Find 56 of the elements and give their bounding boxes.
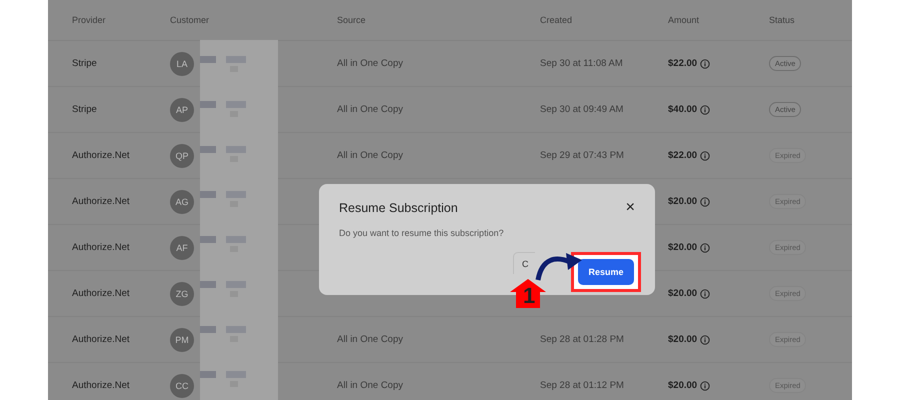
provider-cell-text: Authorize.Net bbox=[72, 242, 131, 253]
column-header: Amount bbox=[668, 15, 700, 25]
provider-cell-text: Stripe bbox=[72, 58, 98, 69]
info-icon bbox=[700, 58, 710, 68]
created-cell-text: Sep 30 at 09:49 AM bbox=[540, 104, 624, 115]
info-icon bbox=[700, 196, 710, 206]
source-cell-text: All in One Copy bbox=[337, 58, 404, 69]
info-icon bbox=[700, 150, 710, 160]
source-cell-text: All in One Copy bbox=[337, 150, 404, 161]
info-icon bbox=[700, 380, 710, 390]
amount-cell: $22.00 bbox=[668, 150, 698, 161]
info-icon bbox=[700, 242, 710, 252]
curved-arrow bbox=[534, 250, 584, 282]
cancel-button[interactable]: C bbox=[513, 252, 535, 274]
amount-cell: $40.00 bbox=[668, 104, 698, 115]
avatar: AP bbox=[170, 98, 194, 122]
info-icon bbox=[700, 288, 710, 298]
up-arrow-icon bbox=[510, 279, 546, 308]
created-cell-text: Sep 29 at 07:43 PM bbox=[540, 150, 625, 161]
source-cell-text: All in One Copy bbox=[337, 104, 404, 115]
amount-cell: $20.00 bbox=[668, 196, 698, 207]
created-cell-text: Sep 28 at 01:28 PM bbox=[540, 334, 625, 345]
amount-cell: $20.00 bbox=[668, 334, 698, 345]
source-cell-text: All in One Copy bbox=[337, 380, 404, 391]
avatar: AF bbox=[170, 236, 194, 260]
provider-cell-text: Authorize.Net bbox=[72, 288, 131, 299]
provider-cell-text: Authorize.Net bbox=[72, 334, 131, 345]
info-icon bbox=[700, 104, 710, 114]
amount-cell: $20.00 bbox=[668, 242, 698, 253]
column-header: Source bbox=[337, 15, 367, 25]
column-header: Status bbox=[769, 15, 796, 25]
column-header: Created bbox=[540, 15, 574, 25]
provider-cell-text: Authorize.Net bbox=[72, 150, 131, 161]
dialog-message: Do you want to resume this subscription? bbox=[339, 228, 505, 238]
avatar: CC bbox=[170, 374, 194, 398]
avatar: QP bbox=[170, 144, 194, 168]
amount-cell: $22.00 bbox=[668, 58, 698, 69]
avatar: PM bbox=[170, 328, 194, 352]
info-icon bbox=[700, 334, 710, 344]
close-button[interactable]: × bbox=[626, 200, 635, 216]
resume-button[interactable]: Resume bbox=[578, 259, 634, 285]
amount-cell: $20.00 bbox=[668, 380, 698, 391]
avatar: LA bbox=[170, 52, 194, 76]
created-cell-text: Sep 28 at 01:12 PM bbox=[540, 380, 625, 391]
avatar: AG bbox=[170, 190, 194, 214]
provider-cell-text: Authorize.Net bbox=[72, 380, 131, 391]
dialog-title: Resume Subscription bbox=[339, 201, 458, 215]
source-cell-text: All in One Copy bbox=[337, 334, 404, 345]
amount-cell: $20.00 bbox=[668, 288, 698, 299]
avatar: ZG bbox=[170, 282, 194, 306]
step-number: 1 bbox=[523, 285, 536, 307]
created-cell-text: Sep 30 at 11:08 AM bbox=[540, 58, 624, 69]
provider-cell-text: Authorize.Net bbox=[72, 196, 131, 207]
column-header: Provider bbox=[72, 15, 107, 25]
column-header: Customer bbox=[170, 15, 210, 25]
provider-cell-text: Stripe bbox=[72, 104, 98, 115]
